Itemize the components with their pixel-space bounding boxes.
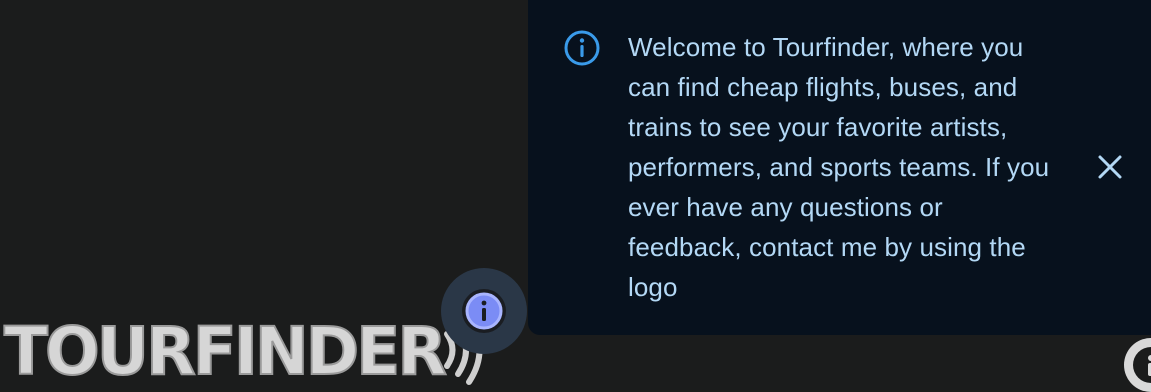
welcome-message: Welcome to Tourfinder, where you can fin…	[628, 32, 1050, 302]
close-icon	[1098, 155, 1122, 179]
tourfinder-logo[interactable]: TOURFINDER	[0, 300, 500, 390]
info-button[interactable]	[441, 268, 527, 354]
logo-graphic: TOURFINDER	[3, 312, 483, 390]
close-button[interactable]	[1091, 148, 1129, 186]
info-icon	[562, 28, 602, 68]
info-icon	[1148, 355, 1151, 376]
welcome-popover: Welcome to Tourfinder, where you can fin…	[528, 0, 1151, 335]
logo-wordmark: TOURFINDER	[4, 313, 446, 390]
corner-info-button[interactable]	[1124, 338, 1151, 392]
info-icon	[465, 292, 503, 330]
